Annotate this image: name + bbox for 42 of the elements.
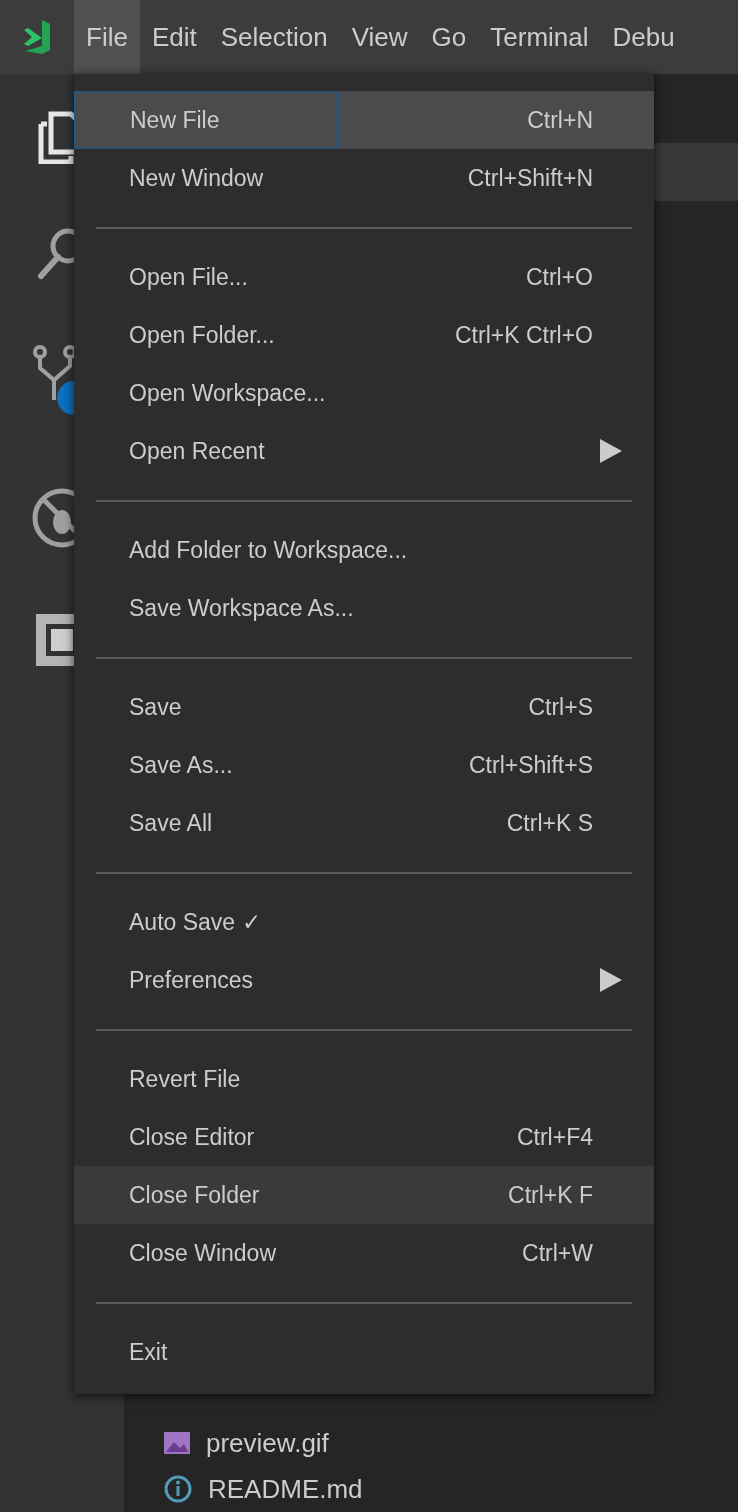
submenu-arrow-icon [600,439,622,463]
menu-bar-item[interactable]: Go [419,0,479,74]
menu-item[interactable]: New Window Ctrl+Shift+N [74,149,654,207]
menu-item[interactable]: Open Recent [74,422,654,480]
menu-item[interactable]: Open Folder... Ctrl+K Ctrl+O [74,306,654,364]
menu-item[interactable]: Close Editor Ctrl+F4 [74,1108,654,1166]
menu-item[interactable]: Close Folder Ctrl+K F [74,1166,654,1224]
menu-item[interactable]: Revert File [74,1050,654,1108]
menu-item[interactable]: Add Folder to Workspace... [74,521,654,579]
shortcut-label: Ctrl+Shift+N [467,163,593,193]
shortcut-label: Ctrl+O [525,262,593,292]
menu-item[interactable]: Save Ctrl+S [74,678,654,736]
menu-bar-item[interactable]: Selection [208,0,340,74]
menu-item[interactable]: Save As... Ctrl+Shift+S [74,736,654,794]
image-file-icon [164,1432,190,1454]
menu-item[interactable]: Close Window Ctrl+W [74,1224,654,1282]
menu-bar-item[interactable]: File [74,0,140,74]
submenu-arrow-icon [600,968,622,992]
shortcut-label: Ctrl+S [528,692,593,722]
menu-item[interactable]: New File Ctrl+N [74,91,654,149]
menu-item[interactable]: Preferences [74,951,654,1009]
info-icon [164,1475,192,1503]
menu-bar-item[interactable]: Terminal [478,0,601,74]
shortcut-label: Ctrl+K S [506,808,593,838]
menu-item[interactable]: Auto Save ✓ [74,893,654,951]
shortcut-label: Ctrl+N [527,105,593,135]
file-name[interactable]: README.md [208,1469,363,1509]
menu-item[interactable]: Exit [74,1323,654,1381]
menu-item[interactable]: Open Workspace... [74,364,654,422]
menu-item[interactable]: Save All Ctrl+K S [74,794,654,852]
shortcut-label: Ctrl+Shift+S [469,750,593,780]
menu-item[interactable]: Open File... Ctrl+O [74,248,654,306]
shortcut-label: Ctrl+K F [508,1180,593,1210]
menu-bar-item[interactable]: Edit [139,0,209,74]
menu-bar-item[interactable]: Debu [600,0,687,74]
menu-item[interactable]: Save Workspace As... [74,579,654,637]
file-name[interactable]: preview.gif [206,1423,329,1463]
shortcut-label: Ctrl+K Ctrl+O [454,320,593,350]
shortcut-label: Ctrl+F4 [516,1122,593,1152]
app-logo-icon [22,18,52,56]
shortcut-label: Ctrl+W [522,1238,593,1268]
menu-bar-item[interactable]: View [339,0,420,74]
